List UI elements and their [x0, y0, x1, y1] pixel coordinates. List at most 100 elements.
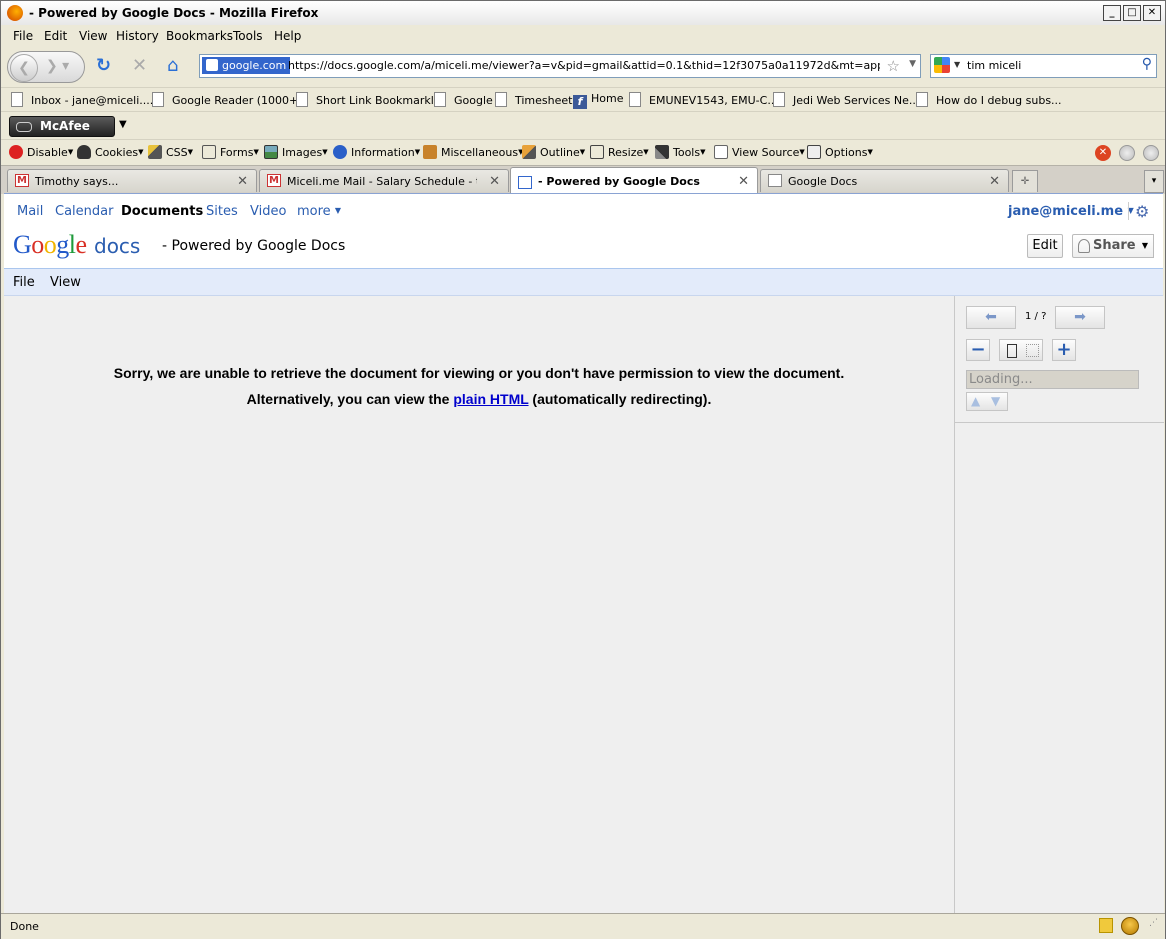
bookmark-item[interactable]: Google [434, 92, 493, 107]
webdev-images[interactable]: Images▼ [264, 145, 328, 159]
mcafee-dropdown-icon[interactable]: ▼ [119, 119, 127, 130]
minimize-button[interactable]: _ [1103, 5, 1121, 21]
close-tab-icon[interactable]: ✕ [237, 174, 248, 189]
menu-history[interactable]: History [116, 29, 159, 43]
docs-menu-view[interactable]: View [50, 275, 81, 290]
facebook-icon: f [573, 95, 587, 109]
docs-menu-file[interactable]: File [13, 275, 35, 290]
reload-icon[interactable]: ↻ [96, 57, 111, 75]
person-icon [1078, 239, 1090, 253]
webdev-disable[interactable]: Disable▼ [9, 145, 73, 159]
menu-view[interactable]: View [79, 29, 107, 43]
search-input[interactable] [967, 57, 1127, 73]
plain-html-link[interactable]: plain HTML [453, 391, 528, 407]
close-tab-icon[interactable]: ✕ [738, 174, 749, 189]
webdev-cookies[interactable]: Cookies▼ [77, 145, 143, 159]
edit-button[interactable]: Edit [1027, 234, 1063, 258]
bookmark-star-icon[interactable]: ☆ [887, 57, 900, 75]
url-dropdown-icon[interactable]: ▼ [909, 59, 916, 69]
close-tab-icon[interactable]: ✕ [489, 174, 500, 189]
new-tab-button[interactable]: ✛ [1012, 170, 1038, 192]
webdev-miscellaneous[interactable]: Miscellaneous▼ [423, 145, 524, 159]
bookmark-item[interactable]: Google Reader (1000+) [152, 92, 303, 107]
page-icon [152, 92, 164, 107]
webdev-status-icon[interactable] [1143, 145, 1159, 161]
url-text[interactable]: https://docs.google.com/a/miceli.me/view… [288, 59, 880, 72]
scroll-up-down-control: ▲ ▼ [966, 392, 1008, 411]
webdev-tools[interactable]: Tools▼ [655, 145, 706, 159]
webdev-resize[interactable]: Resize▼ [590, 145, 649, 159]
url-bar[interactable]: google.com https://docs.google.com/a/mic… [199, 54, 921, 78]
mcafee-button[interactable]: McAfee [9, 116, 115, 137]
previous-page-button[interactable]: ⬅ [966, 306, 1016, 329]
menu-bookmarks[interactable]: Bookmarks [166, 29, 233, 43]
mcafee-shield-icon [16, 122, 32, 132]
grid-view-icon[interactable] [1026, 344, 1039, 357]
down-arrow-icon[interactable]: ▼ [991, 394, 1000, 408]
menu-help[interactable]: Help [274, 29, 301, 43]
chevron-down-icon: ▼ [334, 206, 341, 215]
page-icon [296, 92, 308, 107]
gbar-video[interactable]: Video [250, 204, 286, 219]
bookmark-item[interactable]: Timesheet [495, 92, 572, 107]
gbar-more[interactable]: more ▼ [297, 204, 341, 219]
back-button[interactable]: ❮ [10, 54, 38, 82]
forward-button[interactable]: ❯ ▾ [46, 58, 69, 74]
gbar-mail[interactable]: Mail [17, 204, 43, 219]
view-mode-toggle[interactable] [999, 339, 1043, 361]
next-page-button[interactable]: ➡ [1055, 306, 1105, 329]
tab-miceli-mail[interactable]: M Miceli.me Mail - Salary Schedule - tim… [259, 169, 509, 192]
account-menu[interactable]: jane@miceli.me ▼ [1008, 204, 1134, 219]
bookmark-item[interactable]: Inbox - jane@miceli.... [11, 92, 153, 107]
page-icon [773, 92, 785, 107]
close-tab-icon[interactable]: ✕ [989, 174, 1000, 189]
webdev-error-icon[interactable]: ✕ [1095, 145, 1111, 161]
search-engine-dropdown-icon[interactable]: ▼ [954, 60, 960, 69]
webdev-outline[interactable]: Outline▼ [522, 145, 585, 159]
tab-google-docs[interactable]: Google Docs ✕ [760, 169, 1009, 192]
gear-icon[interactable]: ⚙ [1135, 202, 1149, 221]
share-dropdown-icon[interactable]: ▼ [1137, 234, 1154, 258]
bookmark-item[interactable]: Jedi Web Services Ne... [773, 92, 919, 107]
maximize-button[interactable]: □ [1123, 5, 1141, 21]
search-icon[interactable]: ⚲ [1142, 56, 1152, 72]
page-content: Mail Calendar Documents Sites Video more… [4, 193, 1164, 914]
close-window-button[interactable]: ✕ [1143, 5, 1161, 21]
google-logo[interactable]: Google [13, 230, 87, 260]
menu-edit[interactable]: Edit [44, 29, 67, 43]
webdev-css[interactable]: CSS▼ [148, 145, 193, 159]
gbar-sites[interactable]: Sites [206, 204, 238, 219]
zoom-out-button[interactable]: − [966, 339, 990, 361]
google-search-engine-icon[interactable] [934, 57, 950, 73]
site-identity-badge[interactable]: google.com [202, 57, 291, 74]
share-button[interactable]: Share [1072, 234, 1138, 258]
tab-timothy[interactable]: M Timothy says... ✕ [7, 169, 257, 192]
menu-tools[interactable]: Tools [233, 29, 263, 43]
gbar-calendar[interactable]: Calendar [55, 204, 113, 219]
lock-icon[interactable] [1099, 918, 1113, 933]
gbar-documents[interactable]: Documents [121, 204, 203, 219]
resize-grip[interactable]: ⋰ [1149, 918, 1163, 934]
stop-icon[interactable]: ✕ [132, 57, 147, 75]
single-page-icon[interactable] [1007, 344, 1017, 358]
bookmark-item[interactable]: How do I debug subs... [916, 92, 1062, 107]
page-icon [629, 92, 641, 107]
bookmark-item[interactable]: f Home [573, 92, 623, 109]
webdev-options[interactable]: Options▼ [807, 145, 873, 159]
disable-icon [9, 145, 23, 159]
zoom-in-button[interactable]: + [1052, 339, 1076, 361]
up-arrow-icon[interactable]: ▲ [971, 394, 980, 408]
webdev-information[interactable]: Information▼ [333, 145, 420, 159]
extension-face-icon[interactable] [1121, 917, 1139, 935]
tab-list-button[interactable]: ▾ [1144, 170, 1164, 193]
bookmark-item[interactable]: EMUNEV1543, EMU-C... [629, 92, 778, 107]
tab-powered-by-google-docs[interactable]: - Powered by Google Docs ✕ [510, 167, 758, 194]
menu-file[interactable]: File [13, 29, 33, 43]
css-wand-icon [148, 145, 162, 159]
home-icon[interactable]: ⌂ [167, 57, 178, 75]
webdev-warning-icon[interactable] [1119, 145, 1135, 161]
webdev-view-source[interactable]: View Source▼ [714, 145, 805, 159]
bookmark-item[interactable]: Short Link Bookmarklet [296, 92, 445, 107]
docs-logo-text[interactable]: docs [94, 234, 140, 258]
webdev-forms[interactable]: Forms▼ [202, 145, 259, 159]
